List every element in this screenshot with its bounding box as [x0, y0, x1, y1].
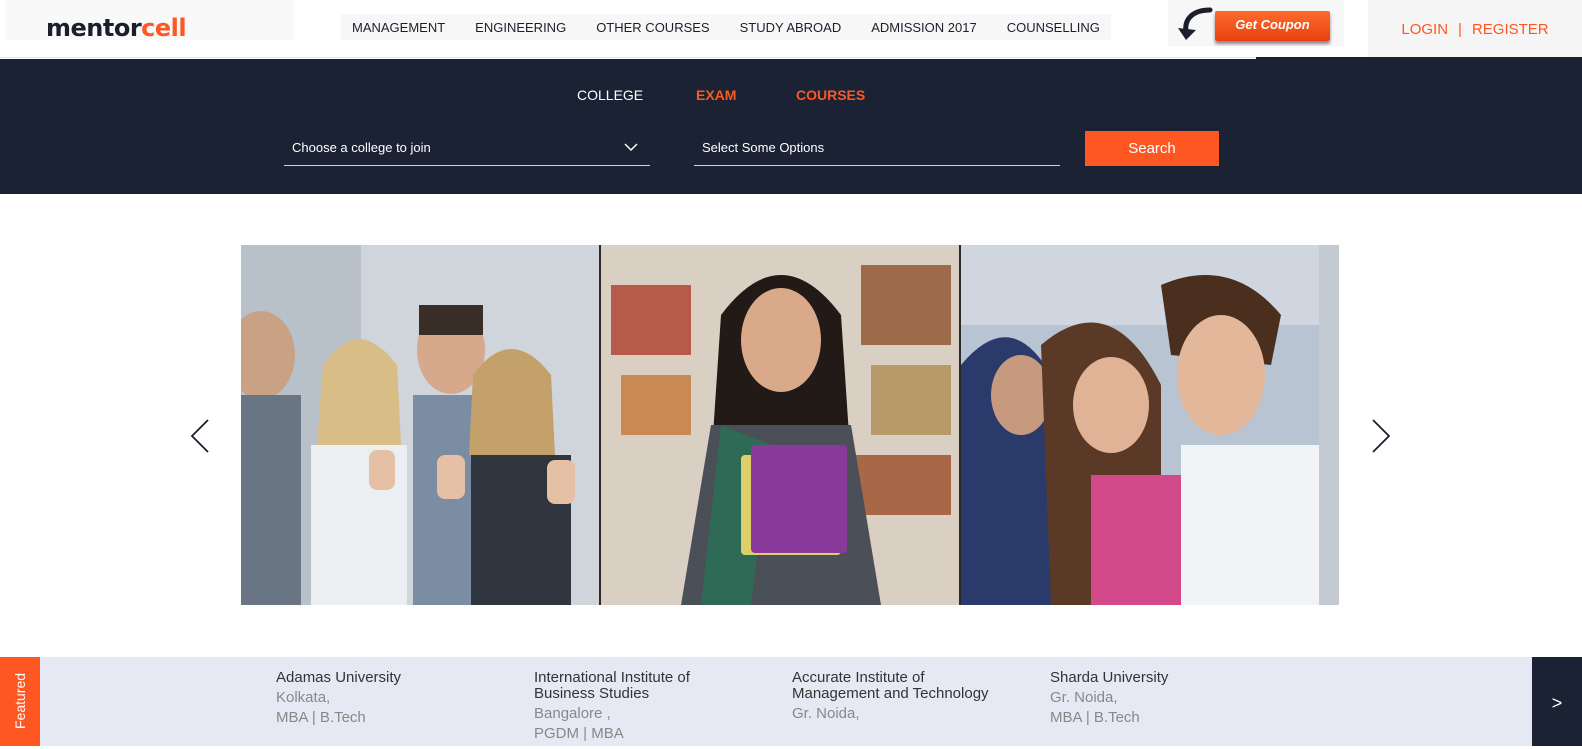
student-with-books-photo: [601, 245, 959, 605]
main-nav: MANAGEMENT ENGINEERING OTHER COURSES STU…: [341, 14, 1111, 40]
featured-colleges: Featured Adamas University Kolkata, MBA …: [0, 657, 1582, 746]
chevron-left-icon[interactable]: [188, 418, 212, 454]
student-books-illustration: [601, 245, 959, 605]
group-thumbs-up-illustration: [241, 245, 599, 605]
tab-college[interactable]: COLLEGE: [577, 87, 643, 103]
tab-courses[interactable]: COURSES: [796, 87, 865, 103]
college-location: Kolkata,: [276, 689, 331, 706]
top-header: mentorcell MANAGEMENT ENGINEERING OTHER …: [0, 0, 1582, 60]
get-coupon-button[interactable]: Get Coupon: [1215, 11, 1330, 41]
featured-college-card[interactable]: Adamas University Kolkata, MBA | B.Tech: [276, 670, 496, 726]
register-link[interactable]: REGISTER: [1472, 21, 1549, 38]
featured-label: Featured: [12, 672, 28, 730]
featured-college-card[interactable]: International Institute of Business Stud…: [534, 670, 754, 742]
search-button[interactable]: Search: [1085, 131, 1219, 166]
tab-exam[interactable]: EXAM: [696, 87, 736, 103]
curved-arrow-icon: [1178, 7, 1213, 40]
students-studying-photo: [961, 245, 1319, 605]
college-select-text: Choose a college to join: [292, 140, 431, 155]
group-thumbs-up-photo: [241, 245, 599, 605]
students-studying-illustration: [961, 245, 1319, 605]
college-courses: MBA | B.Tech: [276, 709, 366, 726]
nav-item-management[interactable]: MANAGEMENT: [352, 20, 445, 35]
nav-item-other-courses[interactable]: OTHER COURSES: [596, 20, 709, 35]
nav-item-counselling[interactable]: COUNSELLING: [1007, 20, 1100, 35]
auth-links: LOGIN | REGISTER: [1368, 0, 1582, 58]
college-name: Sharda University: [1050, 669, 1169, 686]
options-select-text: Select Some Options: [702, 140, 825, 155]
search-panel: COLLEGE EXAM COURSES Choose a college to…: [0, 59, 1582, 194]
college-courses: MBA | B.Tech: [1050, 709, 1140, 726]
featured-college-card[interactable]: Sharda University Gr. Noida, MBA | B.Tec…: [1050, 670, 1270, 726]
nav-item-admission[interactable]: ADMISSION 2017: [871, 20, 977, 35]
options-select[interactable]: Select Some Options: [694, 134, 1060, 166]
chevron-right-icon[interactable]: [1369, 418, 1393, 454]
college-name: Accurate Institute of Management and Tec…: [792, 669, 989, 702]
coupon-area: Get Coupon: [1168, 0, 1344, 46]
auth-separator: |: [1458, 20, 1462, 38]
college-name: International Institute of Business Stud…: [534, 669, 690, 702]
college-location: Bangalore ,: [534, 705, 611, 722]
chevron-down-icon: [624, 143, 638, 152]
featured-tab: Featured: [0, 657, 40, 746]
featured-next-button[interactable]: >: [1532, 657, 1582, 746]
slider-edge: [1319, 245, 1339, 605]
login-link[interactable]: LOGIN: [1401, 21, 1448, 38]
logo-text-mentor: mentor: [46, 14, 142, 42]
college-select[interactable]: Choose a college to join: [284, 134, 650, 166]
college-name: Adamas University: [276, 669, 402, 686]
featured-college-card[interactable]: Accurate Institute of Management and Tec…: [792, 670, 1012, 726]
college-location: Gr. Noida,: [792, 705, 860, 722]
site-logo[interactable]: mentorcell: [46, 14, 187, 42]
nav-item-engineering[interactable]: ENGINEERING: [475, 20, 566, 35]
nav-item-study-abroad[interactable]: STUDY ABROAD: [740, 20, 842, 35]
hero-slider: [241, 245, 1339, 605]
college-location: Gr. Noida,: [1050, 689, 1118, 706]
college-courses: PGDM | MBA: [534, 725, 624, 742]
logo-text-cell: cell: [141, 14, 187, 42]
